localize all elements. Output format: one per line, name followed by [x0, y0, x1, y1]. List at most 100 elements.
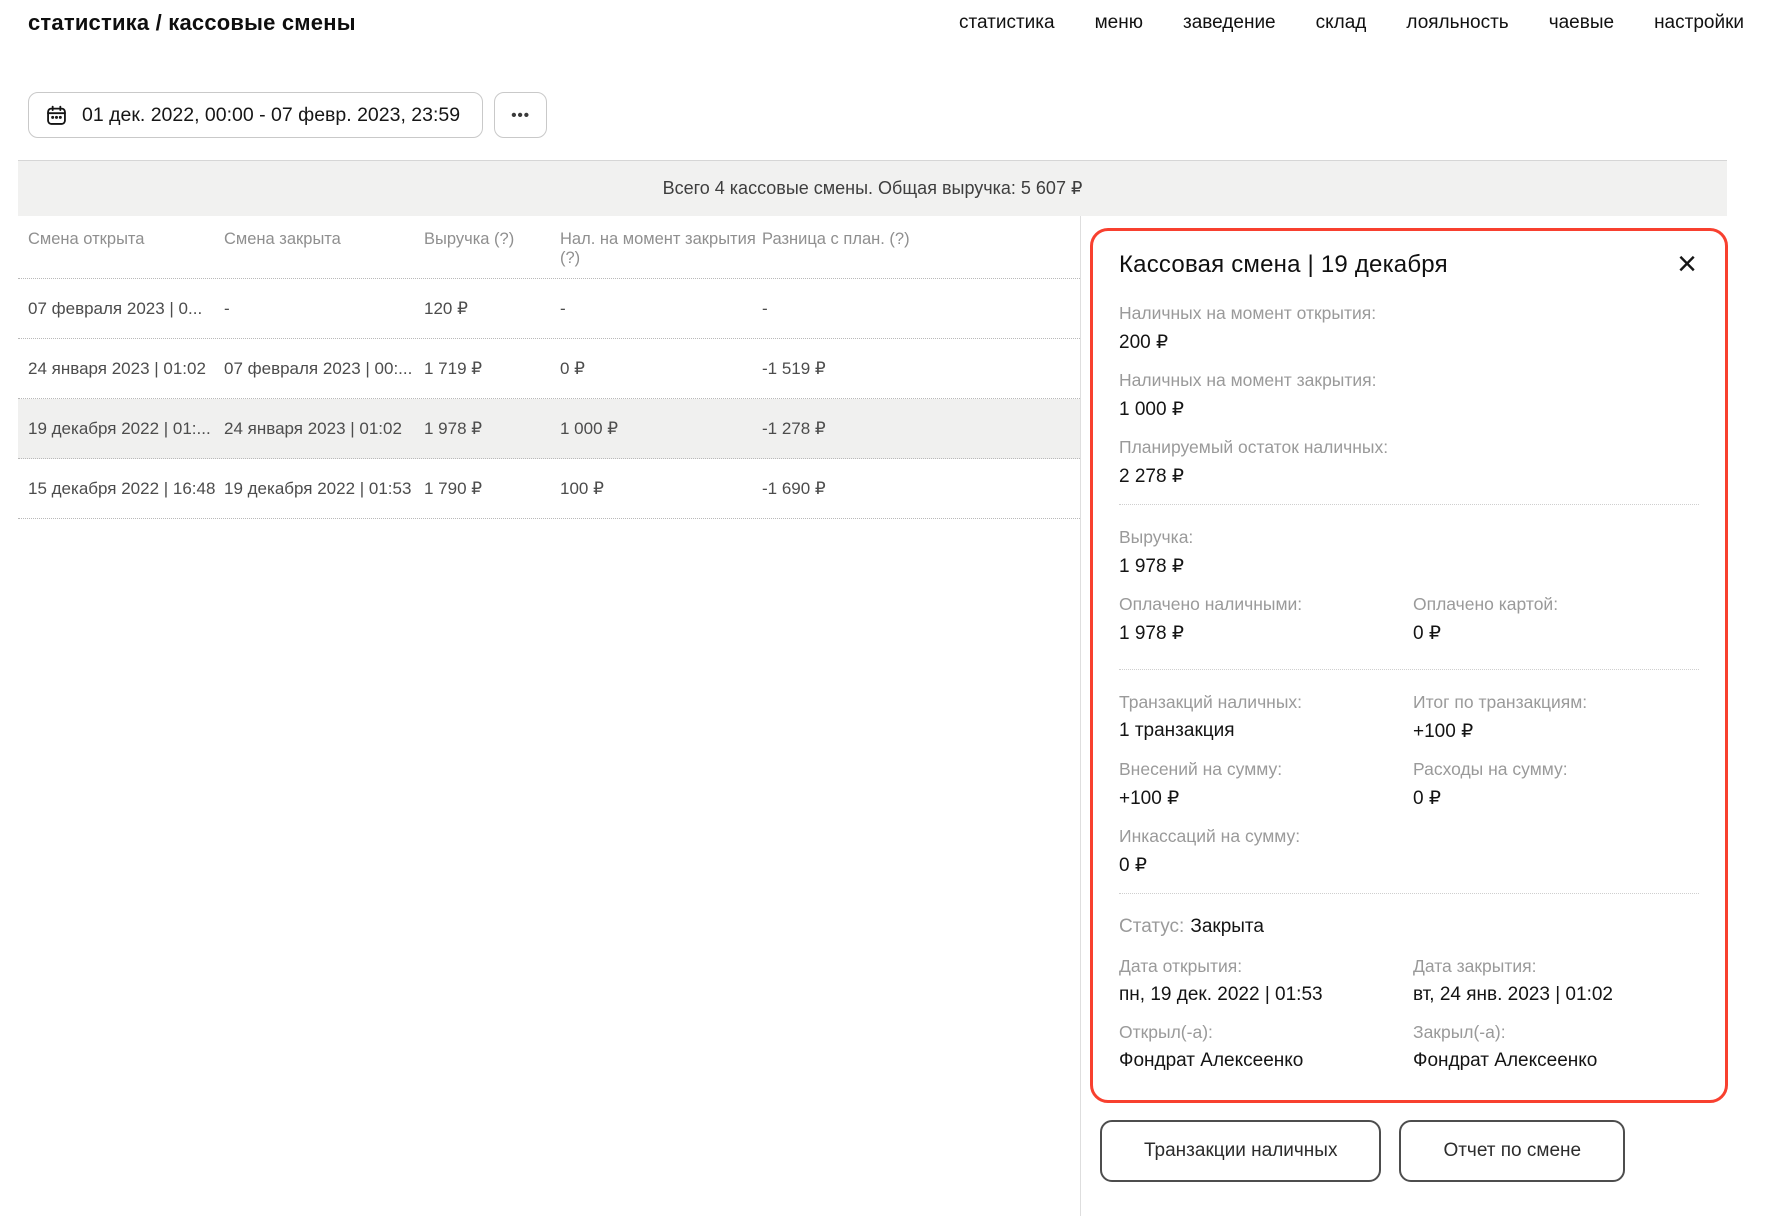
date-range-button[interactable]: 01 дек. 2022, 00:00 - 07 февр. 2023, 23:… [28, 92, 483, 138]
table-row[interactable]: 15 декабря 2022 | 16:48 19 декабря 2022 … [18, 459, 1080, 519]
cell-shift-closed: 07 февраля 2023 | 00:... [224, 359, 424, 379]
field-paid-card: Оплачено картой: 0 ₽ [1413, 594, 1699, 645]
field-label: Закрыл(-а): [1413, 1022, 1699, 1043]
cell-shift-closed: 19 декабря 2022 | 01:53 [224, 479, 424, 499]
nav-item-venue[interactable]: заведение [1183, 12, 1276, 34]
content-divider [1080, 216, 1081, 1216]
field-close-date: Дата закрытия: вт, 24 янв. 2023 | 01:02 [1413, 956, 1699, 1006]
close-icon[interactable]: × [1675, 251, 1699, 277]
summary-bar: Всего 4 кассовые смены. Общая выручка: 5… [18, 160, 1727, 216]
field-label: Выручка: [1119, 527, 1699, 548]
field-closed-by: Закрыл(-а): Фондрат Алексеенко [1413, 1022, 1699, 1072]
breadcrumb: статистика / кассовые смены [28, 10, 356, 36]
cell-shift-opened: 19 декабря 2022 | 01:... [28, 419, 224, 439]
field-label: Открыл(-а): [1119, 1022, 1413, 1043]
field-label: Наличных на момент открытия: [1119, 303, 1699, 324]
field-value: +100 ₽ [1413, 720, 1699, 743]
cell-shift-closed: 24 января 2023 | 01:02 [224, 419, 424, 439]
field-value: 0 ₽ [1119, 854, 1699, 877]
table-row[interactable]: 24 января 2023 | 01:02 07 февраля 2023 |… [18, 339, 1080, 399]
cell-revenue: 1 790 ₽ [424, 479, 560, 499]
cell-plan-diff: - [762, 299, 1080, 319]
field-planned-cash: Планируемый остаток наличных: 2 278 ₽ [1119, 437, 1699, 488]
field-paid-cash: Оплачено наличными: 1 978 ₽ [1119, 594, 1413, 645]
ellipsis-icon: ••• [511, 107, 530, 124]
table-header-row: Смена открыта Смена закрыта Выручка (?) … [18, 216, 1080, 279]
cell-cash-at-close: 1 000 ₽ [560, 419, 762, 439]
summary-text: Всего 4 кассовые смены. Общая выручка: 5… [663, 178, 1083, 199]
field-expenses: Расходы на сумму: 0 ₽ [1413, 759, 1699, 810]
field-collections: Инкассаций на сумму: 0 ₽ [1119, 826, 1699, 877]
shift-report-button[interactable]: Отчет по смене [1399, 1120, 1625, 1182]
field-value: 1 978 ₽ [1119, 622, 1413, 645]
field-open-date: Дата открытия: пн, 19 дек. 2022 | 01:53 [1119, 956, 1413, 1006]
field-value: 0 ₽ [1413, 622, 1699, 645]
field-cash-open: Наличных на момент открытия: 200 ₽ [1119, 303, 1699, 354]
nav-item-settings[interactable]: настройки [1654, 12, 1744, 34]
column-header-plan-diff: Разница с план. (?) [762, 230, 1080, 249]
field-label: Транзакций наличных: [1119, 692, 1413, 713]
panel-title: Кассовая смена | 19 декабря [1119, 251, 1448, 279]
panel-actions: Транзакции наличных Отчет по смене [1100, 1120, 1728, 1182]
section-divider [1119, 893, 1699, 894]
top-bar: статистика / кассовые смены статистика м… [28, 10, 1744, 36]
status-label: Статус: [1119, 916, 1184, 937]
cash-transactions-button[interactable]: Транзакции наличных [1100, 1120, 1381, 1182]
cell-revenue: 1 978 ₽ [424, 419, 560, 439]
cell-cash-at-close: 0 ₽ [560, 359, 762, 379]
cell-shift-opened: 24 января 2023 | 01:02 [28, 359, 224, 379]
column-header-shift-opened: Смена открыта [28, 230, 224, 249]
field-label: Внесений на сумму: [1119, 759, 1413, 780]
cell-shift-closed: - [224, 299, 424, 319]
field-cash-close: Наличных на момент закрытия: 1 000 ₽ [1119, 370, 1699, 421]
field-label: Инкассаций на сумму: [1119, 826, 1699, 847]
field-value: 1 транзакция [1119, 720, 1413, 742]
more-options-button[interactable]: ••• [494, 92, 547, 138]
cell-plan-diff: -1 278 ₽ [762, 419, 1080, 439]
field-value: 0 ₽ [1413, 787, 1699, 810]
field-label: Планируемый остаток наличных: [1119, 437, 1699, 458]
cell-revenue: 120 ₽ [424, 299, 560, 319]
cell-revenue: 1 719 ₽ [424, 359, 560, 379]
nav-item-loyalty[interactable]: лояльность [1406, 12, 1508, 34]
nav-item-menu[interactable]: меню [1095, 12, 1143, 34]
field-value: вт, 24 янв. 2023 | 01:02 [1413, 984, 1699, 1006]
field-cash-transactions: Транзакций наличных: 1 транзакция [1119, 692, 1413, 743]
column-header-shift-closed: Смена закрыта [224, 230, 424, 249]
field-value: Фондрат Алексеенко [1119, 1050, 1413, 1072]
field-revenue: Выручка: 1 978 ₽ [1119, 527, 1699, 578]
table-row[interactable]: 07 февраля 2023 | 0... - 120 ₽ - - [18, 279, 1080, 339]
field-value: 1 978 ₽ [1119, 555, 1699, 578]
cell-plan-diff: -1 519 ₽ [762, 359, 1080, 379]
main-nav: статистика меню заведение склад лояльнос… [959, 12, 1744, 34]
nav-item-warehouse[interactable]: склад [1316, 12, 1367, 34]
field-label: Итог по транзакциям: [1413, 692, 1699, 713]
shift-detail-area: Кассовая смена | 19 декабря × Наличных н… [1090, 228, 1728, 1182]
field-label: Оплачено наличными: [1119, 594, 1413, 615]
field-value: пн, 19 дек. 2022 | 01:53 [1119, 984, 1413, 1006]
nav-item-statistics[interactable]: статистика [959, 12, 1055, 34]
field-label: Наличных на момент закрытия: [1119, 370, 1699, 391]
calendar-icon [45, 104, 68, 127]
field-opened-by: Открыл(-а): Фондрат Алексеенко [1119, 1022, 1413, 1072]
field-value: +100 ₽ [1119, 787, 1413, 810]
column-header-revenue: Выручка (?) [424, 230, 560, 249]
shift-detail-card: Кассовая смена | 19 декабря × Наличных н… [1090, 228, 1728, 1103]
shifts-table: Смена открыта Смена закрыта Выручка (?) … [18, 216, 1080, 519]
field-label: Оплачено картой: [1413, 594, 1699, 615]
section-divider [1119, 504, 1699, 505]
nav-item-tips[interactable]: чаевые [1549, 12, 1614, 34]
filter-toolbar: 01 дек. 2022, 00:00 - 07 февр. 2023, 23:… [28, 92, 547, 138]
field-label: Дата закрытия: [1413, 956, 1699, 977]
status-badge: Закрыта [1190, 916, 1264, 937]
section-divider [1119, 669, 1699, 670]
cell-shift-opened: 15 декабря 2022 | 16:48 [28, 479, 224, 499]
cell-plan-diff: -1 690 ₽ [762, 479, 1080, 499]
table-row-selected[interactable]: 19 декабря 2022 | 01:... 24 января 2023 … [18, 399, 1080, 459]
field-value: 1 000 ₽ [1119, 398, 1699, 421]
field-value: 2 278 ₽ [1119, 465, 1699, 488]
status-field: Статус: Закрыта [1119, 916, 1699, 938]
field-label: Расходы на сумму: [1413, 759, 1699, 780]
cell-cash-at-close: 100 ₽ [560, 479, 762, 499]
cell-cash-at-close: - [560, 299, 762, 319]
